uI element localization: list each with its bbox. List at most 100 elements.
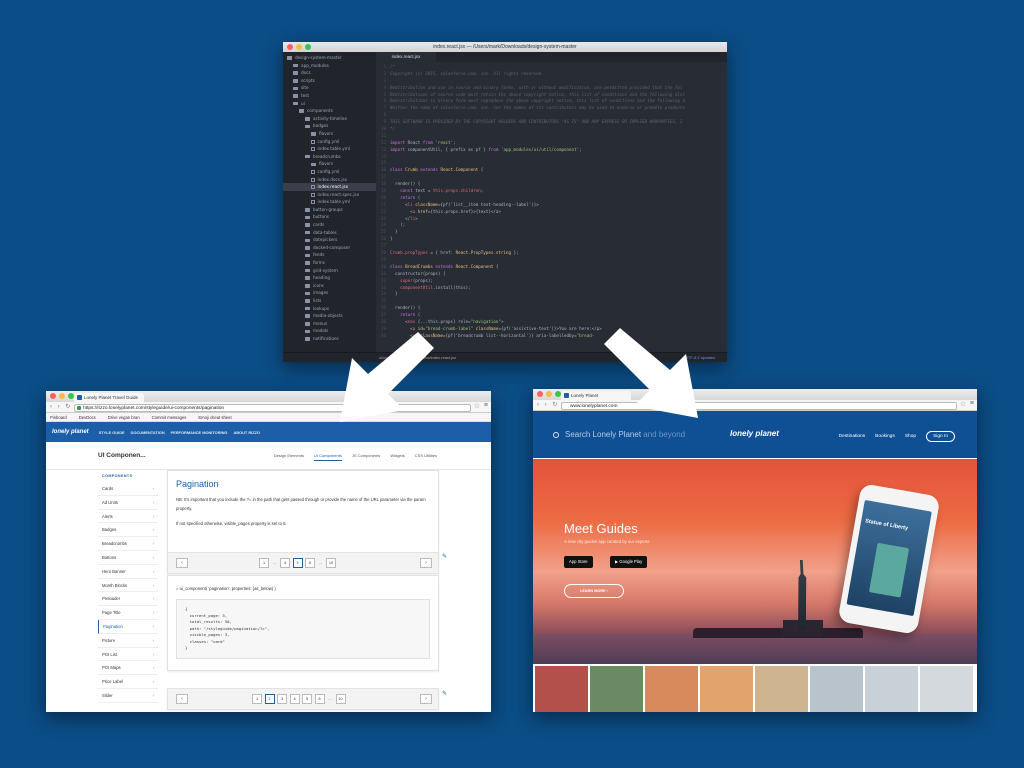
tree-item[interactable]: icons	[283, 282, 376, 290]
sidebar-item[interactable]: Hero Banner	[98, 565, 158, 579]
sidebar-item[interactable]: Breadcrumbs	[98, 537, 158, 551]
bookmark-item[interactable]: DevDocs	[79, 413, 96, 421]
thumbnail-image[interactable]	[865, 666, 918, 712]
app-store-button[interactable]: App Store	[564, 556, 593, 568]
doc-tab[interactable]: CSS Utilities	[415, 453, 437, 461]
thumbnail-image[interactable]	[810, 666, 863, 712]
nav-item[interactable]: About Rizzo	[233, 430, 260, 435]
tree-item[interactable]: index.table.yml	[283, 198, 376, 206]
tree-item[interactable]: datepickers	[283, 236, 376, 244]
prev-page-button[interactable]: ‹	[176, 694, 188, 704]
tree-item[interactable]: button-groups	[283, 206, 376, 214]
tree-item[interactable]: buttons	[283, 213, 376, 221]
google-play-button[interactable]: ▶ Google Play	[610, 556, 648, 568]
tree-item[interactable]: docked-composer	[283, 244, 376, 252]
page-number-button[interactable]: 1	[252, 694, 262, 704]
tree-item[interactable]: cards	[283, 221, 376, 229]
sidebar-item[interactable]: Ad Units	[98, 496, 158, 510]
sidebar-item[interactable]: Badges	[98, 523, 158, 538]
tree-item[interactable]: scripts	[283, 77, 376, 85]
file-tree[interactable]: design-system-master app_modules docs scrip…	[283, 52, 376, 352]
tree-item[interactable]: grid-system	[283, 267, 376, 275]
prev-page-button[interactable]: ‹	[176, 558, 188, 568]
tree-item[interactable]: badges	[283, 122, 376, 130]
nav-item[interactable]: Performance Monitoring	[171, 430, 228, 435]
thumbnail-image[interactable]	[590, 666, 643, 712]
tree-item[interactable]: app_modules	[283, 62, 376, 70]
editor-tab-active[interactable]: index.react.jsx	[376, 52, 436, 62]
sidebar-item[interactable]: Slider	[98, 689, 158, 703]
site-nav-item[interactable]: Bookings	[875, 434, 895, 439]
search-icon[interactable]	[553, 432, 559, 438]
tree-item[interactable]: index.table.yml	[283, 145, 376, 153]
back-forward-icon[interactable]: ‹ › ↻	[537, 401, 559, 408]
tree-item[interactable]: heading	[283, 274, 376, 282]
close-icon[interactable]	[50, 393, 56, 399]
thumbnail-image[interactable]	[700, 666, 753, 712]
sidebar-item[interactable]: Cards	[98, 482, 158, 496]
edit-icon[interactable]: ✎	[442, 554, 448, 560]
page-number-button[interactable]: 10	[326, 558, 336, 568]
tree-item[interactable]: flavors	[283, 160, 376, 168]
edit-icon[interactable]: ✎	[442, 691, 448, 697]
tree-item[interactable]: forms	[283, 259, 376, 267]
page-number-button[interactable]: 3	[277, 694, 287, 704]
star-icon[interactable]: ☆	[960, 400, 966, 408]
sidebar-item[interactable]: Alerts	[98, 510, 158, 524]
minimize-icon[interactable]	[59, 393, 65, 399]
tree-item[interactable]: index.docs.jsx	[283, 176, 376, 184]
tree-item[interactable]: feeds	[283, 251, 376, 259]
bookmark-item[interactable]: Drive vegan bran	[108, 413, 140, 421]
tree-item[interactable]: docs	[283, 69, 376, 77]
nav-item[interactable]: Style Guide	[99, 430, 125, 435]
sidebar-item[interactable]: Month Blocks	[98, 579, 158, 593]
bookmark-item[interactable]: Pinboard	[50, 413, 67, 421]
tree-item[interactable]: lists	[283, 297, 376, 305]
tree-item[interactable]: ui	[283, 100, 376, 108]
tree-item[interactable]: config.yml	[283, 168, 376, 176]
sidebar-item[interactable]: POI Maps	[98, 661, 158, 676]
tree-item[interactable]: site	[283, 84, 376, 92]
tree-item[interactable]: test	[283, 92, 376, 100]
close-icon[interactable]	[537, 391, 543, 397]
browser-tab[interactable]: Lonely Planet Travel Guide	[74, 393, 144, 402]
tree-item[interactable]: media-objects	[283, 312, 376, 320]
close-icon[interactable]	[287, 44, 293, 50]
tree-item[interactable]: flavors	[283, 130, 376, 138]
bookmark-item[interactable]: Emoji cheat sheet	[198, 413, 231, 421]
page-number-button[interactable]: 6	[305, 558, 315, 568]
sidebar-item[interactable]: Preloader	[98, 592, 158, 607]
page-number-button[interactable]: 5	[292, 558, 303, 568]
learn-more-button[interactable]: LEARN MORE ›	[564, 584, 624, 598]
tree-item[interactable]: activity-timeline	[283, 115, 376, 123]
menu-icon[interactable]: ≡	[970, 400, 974, 407]
thumbnail-image[interactable]	[535, 666, 588, 712]
minimize-icon[interactable]	[546, 391, 552, 397]
thumbnail-image[interactable]	[755, 666, 808, 712]
site-nav-item[interactable]: Destinations	[839, 434, 865, 439]
page-number-button[interactable]: 2	[264, 694, 275, 704]
sidebar-item[interactable]: Pagination	[98, 619, 158, 634]
thumbnail-image[interactable]	[920, 666, 973, 712]
page-number-button[interactable]: 4	[289, 694, 300, 704]
lonely-planet-logo[interactable]: lonely planet	[52, 429, 89, 435]
star-icon[interactable]: ☆	[474, 402, 480, 410]
tree-item[interactable]: breadcrumbs	[283, 153, 376, 161]
sidebar-item[interactable]: Page Title	[98, 606, 158, 620]
tree-item[interactable]: config.yml	[283, 138, 376, 146]
tree-item[interactable]: images	[283, 289, 376, 297]
next-page-button[interactable]: ›	[420, 558, 432, 568]
tree-item[interactable]: index.react.jsx	[283, 183, 376, 191]
doc-tab[interactable]: Widgets	[390, 453, 404, 461]
nav-item[interactable]: Documentation	[131, 430, 165, 435]
sidebar-item[interactable]: POI List	[98, 648, 158, 662]
thumbnail-image[interactable]	[645, 666, 698, 712]
page-number-button[interactable]: 4	[280, 558, 290, 568]
minimize-icon[interactable]	[296, 44, 302, 50]
tree-item[interactable]: components	[283, 107, 376, 115]
menu-icon[interactable]: ≡	[484, 402, 488, 409]
page-number-button[interactable]: 5	[302, 694, 312, 704]
page-number-button[interactable]: 6	[314, 694, 325, 704]
lonely-planet-logo[interactable]: lonely planet	[730, 429, 779, 438]
maximize-icon[interactable]	[305, 44, 311, 50]
